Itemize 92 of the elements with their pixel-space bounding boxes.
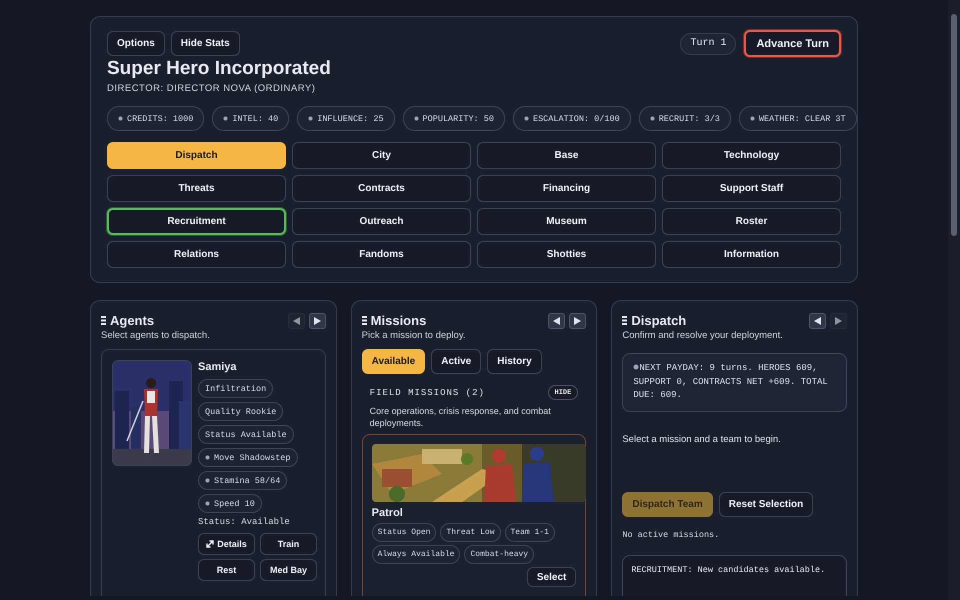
agent-tag: Speed 10 [198, 494, 262, 513]
nav-button[interactable]: Roster [662, 208, 841, 235]
nav-button[interactable]: Outreach [292, 208, 471, 235]
nav-button[interactable]: Museum [477, 208, 656, 235]
dot-icon [223, 116, 228, 121]
mission-tag: Threat Low [440, 523, 500, 542]
mission-tab[interactable]: Active [431, 349, 482, 374]
menu-icon [362, 316, 367, 325]
dot-icon [414, 116, 419, 121]
stat-chip: INFLUENCE: 25 [297, 106, 395, 131]
triangle-icon [835, 317, 842, 325]
event-log: RECRUITMENT: New candidates available. [622, 554, 848, 596]
triangle-icon [814, 317, 822, 325]
advance-turn-button[interactable]: Advance Turn [744, 30, 841, 57]
nav-button[interactable]: Relations [107, 241, 286, 268]
mission-card[interactable]: Patrol Status Open Threat Low Team 1-1 Always Available Combat-heavy Select [362, 434, 586, 596]
mission-tab[interactable]: Available [362, 349, 426, 374]
nav-button[interactable]: Base [477, 142, 656, 169]
dot-icon [118, 116, 123, 121]
director-label: DIRECTOR: DIRECTOR NOVA (ORDINARY) [107, 83, 316, 94]
agent-tag: Move Shadowstep [198, 448, 298, 467]
stat-chip: ESCALATION: 0/100 [512, 106, 631, 131]
turn-counter: Turn 1 [680, 32, 736, 54]
agent-action-button[interactable]: Train [260, 533, 317, 555]
nav-button[interactable]: Technology [662, 142, 841, 169]
mission-tag: Status Open [372, 523, 436, 542]
agent-action-button[interactable]: Med Bay [260, 559, 317, 581]
nav-button[interactable]: Contracts [292, 175, 471, 202]
mission-tab[interactable]: History [487, 349, 542, 374]
nav-button[interactable]: Financing [477, 175, 656, 202]
agent-card[interactable]: Samiya Infiltration Quality Rookie Status Available Move Shadowstep Stamina 58/64 Speed 10 Status: Available Details Train Rest Med Bay [101, 349, 326, 596]
stat-chip: WEATHER: CLEAR 3T [738, 106, 857, 131]
dot-icon [524, 116, 529, 121]
nav-button[interactable]: Fandoms [292, 241, 471, 268]
game-title: Super Hero Incorporated [107, 58, 332, 80]
nav-button[interactable]: Shotties [477, 241, 656, 268]
next-button[interactable] [308, 313, 326, 329]
nav-button[interactable]: Dispatch [107, 142, 286, 169]
header-button[interactable]: Hide Stats [170, 31, 240, 56]
mission-tag: Always Available [372, 545, 460, 564]
section-description: Core operations, crisis response, and combat deployments. [370, 405, 552, 430]
expand-icon [206, 540, 214, 548]
nav-button[interactable]: Support Staff [662, 175, 841, 202]
agent-action-button[interactable]: Rest [198, 559, 255, 581]
header-button[interactable]: Options [107, 31, 165, 56]
agent-action-button[interactable]: Details [198, 533, 255, 555]
agent-status: Status: Available [198, 517, 290, 527]
menu-icon [101, 316, 106, 325]
agent-tag: Status Available [198, 425, 294, 444]
agent-tag: Stamina 58/64 [198, 471, 288, 490]
mission-name: Patrol [372, 507, 404, 520]
mission-tag: Combat-heavy [464, 545, 534, 564]
scrollbar-thumb[interactable] [951, 14, 957, 236]
dot-icon [205, 478, 210, 483]
panel-title: Missions [370, 313, 426, 328]
stat-chip: RECRUIT: 3/3 [638, 106, 731, 131]
nav-button[interactable]: City [292, 142, 471, 169]
previous-button[interactable] [548, 313, 566, 329]
stat-chip: INTEL: 40 [212, 106, 290, 131]
menu-icon [622, 316, 628, 325]
previous-button[interactable] [809, 313, 826, 329]
panel-title: Dispatch [631, 313, 686, 328]
agent-tag: Infiltration [198, 379, 274, 398]
nav-button[interactable]: Recruitment [107, 208, 286, 235]
active-missions-text: No active missions. [622, 530, 720, 540]
triangle-icon [292, 317, 300, 325]
dot-icon [650, 116, 655, 121]
payday-notice: NEXT PAYDAY: 9 turns. HEROES 609, SUPPORT 0, CONTRACTS NET +609. TOTAL DUE: 609. [622, 353, 848, 412]
reset-selection-button[interactable]: Reset Selection [718, 492, 814, 516]
agent-tag: Quality Rookie [198, 402, 284, 421]
next-button[interactable] [569, 313, 586, 329]
dot-icon [750, 116, 755, 121]
nav-button[interactable]: Threats [107, 175, 286, 202]
dispatch-prompt: Select a mission and a team to begin. [622, 434, 782, 444]
triangle-icon [574, 317, 582, 325]
panel-title: Agents [110, 313, 154, 328]
dot-icon [633, 364, 640, 370]
dot-icon [205, 501, 210, 506]
triangle-icon [314, 317, 321, 325]
agent-name: Samiya [198, 361, 237, 373]
stat-chip: CREDITS: 1000 [107, 106, 204, 131]
dot-icon [308, 116, 314, 121]
mission-tag: Team 1-1 [504, 523, 555, 542]
stat-chip: POPULARITY: 50 [402, 106, 505, 131]
nav-button[interactable]: Information [662, 241, 841, 268]
panel-subtitle: Pick a mission to deploy. [362, 330, 466, 341]
panel-subtitle: Select agents to dispatch. [101, 330, 210, 341]
section-title: FIELD MISSIONS (2) [370, 388, 485, 398]
panel-subtitle: Confirm and resolve your deployment. [622, 330, 783, 341]
select-button[interactable]: Select [526, 567, 576, 588]
dot-icon [205, 455, 210, 460]
triangle-icon [553, 317, 560, 325]
